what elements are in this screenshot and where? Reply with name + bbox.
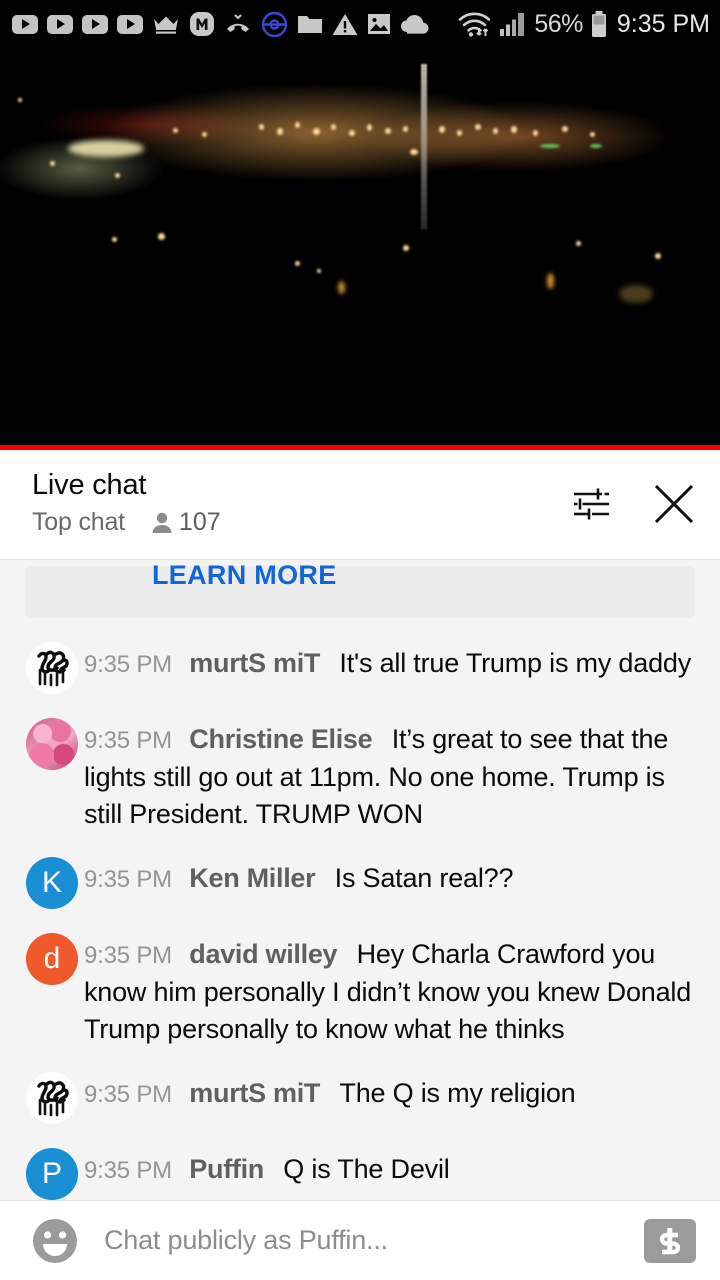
close-icon[interactable]: [650, 480, 698, 533]
message-body: It’s great to see that the lights still …: [84, 724, 669, 829]
message-timestamp: 9:35 PM: [84, 866, 172, 893]
avatar-initial: d: [43, 942, 61, 975]
live-chat-header: Live chat Top chat 107: [0, 450, 720, 560]
youtube-live-chat-screen: 56% 9:35 PM Live chat Top chat 107 LEARN…: [0, 0, 720, 1280]
message-body: Hey Charla Crawford you know him persona…: [84, 939, 692, 1044]
message-timestamp: 9:35 PM: [84, 1157, 172, 1184]
message-author[interactable]: david willey: [189, 939, 337, 969]
avatar[interactable]: K: [26, 857, 78, 909]
chat-message-text: 9:35 PM murtS miT It's all true Trump is…: [84, 642, 698, 694]
message-author[interactable]: murtS miT: [189, 648, 320, 678]
chat-message[interactable]: K 9:35 PM Ken Miller Is Satan real??: [0, 857, 720, 909]
avatar[interactable]: P: [26, 1148, 78, 1200]
chat-info-banner[interactable]: LEARN MORE: [25, 560, 695, 618]
status-bar-system-icons: 56% 9:35 PM: [458, 10, 710, 39]
person-icon: [152, 512, 172, 533]
cloud-icon: [400, 14, 430, 34]
chat-message[interactable]: 9:35 PM murtS miT It's all true Trump is…: [0, 642, 720, 694]
image-icon: [367, 12, 391, 36]
viewer-count-group: 107: [151, 508, 221, 537]
page-title: Live chat: [32, 469, 147, 501]
chat-message[interactable]: d 9:35 PM david willey Hey Charla Crawfo…: [0, 933, 720, 1048]
chat-message[interactable]: 9:35 PM murtS miT The Q is my religion: [0, 1072, 720, 1124]
avatar-initial: P: [41, 1157, 62, 1190]
folder-icon: [297, 13, 323, 35]
chat-message-text: 9:35 PM Puffin Q is The Devil: [84, 1148, 698, 1200]
youtube-play-icon-2: [47, 14, 73, 34]
dollar-sign-icon: [659, 1227, 681, 1254]
live-video-player[interactable]: [0, 48, 720, 450]
chat-message[interactable]: P 9:35 PM Puffin Q is The Devil: [0, 1148, 720, 1200]
status-bar-clock: 9:35 PM: [616, 9, 710, 38]
chat-message[interactable]: 9:35 PM Christine Elise It’s great to se…: [0, 718, 720, 833]
message-timestamp: 9:35 PM: [84, 727, 172, 754]
chat-message-text: 9:35 PM murtS miT The Q is my religion: [84, 1072, 698, 1124]
message-author[interactable]: Puffin: [189, 1154, 264, 1184]
chat-input-field[interactable]: Chat publicly as Puffin...: [104, 1225, 644, 1256]
message-timestamp: 9:35 PM: [84, 1081, 172, 1108]
battery-icon: [590, 10, 608, 38]
chat-message-text: 9:35 PM Ken Miller Is Satan real??: [84, 857, 698, 909]
wifi-transfer-icon: [458, 10, 492, 38]
message-body: It's all true Trump is my daddy: [339, 648, 691, 678]
live-chat-header-actions: [568, 466, 698, 533]
message-body: The Q is my religion: [339, 1078, 576, 1108]
live-chat-subheader: Top chat 107: [32, 508, 568, 537]
m-badge-icon: [189, 11, 215, 37]
chat-input-bar: Chat publicly as Puffin...: [0, 1200, 720, 1280]
chat-message-text: 9:35 PM Christine Elise It’s great to se…: [84, 718, 698, 833]
crown-icon: [152, 13, 180, 35]
youtube-play-icon-4: [117, 14, 143, 34]
monument-tower: [421, 64, 428, 229]
message-body: Is Satan real??: [334, 863, 514, 893]
warning-triangle-icon: [332, 13, 358, 36]
avatar[interactable]: [26, 1072, 78, 1124]
avatar[interactable]: [26, 718, 78, 770]
avatar-initial: K: [41, 866, 62, 899]
pokeball-icon: [261, 11, 288, 38]
message-timestamp: 9:35 PM: [84, 651, 172, 678]
battery-percent-label: 56%: [534, 9, 583, 38]
learn-more-link[interactable]: LEARN MORE: [152, 560, 337, 591]
message-body: Q is The Devil: [283, 1154, 450, 1184]
city-lights-layer: [0, 48, 720, 450]
live-chat-message-list[interactable]: LEARN MORE 9:35 PM murtS miT It's all tr…: [0, 560, 720, 1200]
emoji-smiley-icon[interactable]: [30, 1216, 80, 1266]
chat-mode-label[interactable]: Top chat: [32, 508, 125, 537]
message-timestamp: 9:35 PM: [84, 942, 172, 969]
message-author[interactable]: Ken Miller: [189, 863, 315, 893]
youtube-play-icon-3: [82, 14, 108, 34]
avatar[interactable]: d: [26, 933, 78, 985]
avatar[interactable]: [26, 642, 78, 694]
chat-message-text: 9:35 PM david willey Hey Charla Crawford…: [84, 933, 698, 1048]
missed-call-icon: [224, 12, 252, 36]
viewer-count-label: 107: [178, 508, 221, 536]
cellular-signal-icon: [499, 11, 527, 37]
graffiti-avatar-art: [26, 642, 78, 694]
status-bar: 56% 9:35 PM: [0, 0, 720, 48]
superchat-button[interactable]: [644, 1218, 696, 1263]
message-author[interactable]: murtS miT: [189, 1078, 320, 1108]
youtube-play-icon-1: [12, 14, 38, 34]
tune-sliders-icon[interactable]: [568, 482, 612, 531]
message-author[interactable]: Christine Elise: [189, 724, 372, 754]
live-chat-titles: Live chat Top chat 107: [32, 466, 568, 537]
graffiti-avatar-art: [26, 1072, 78, 1124]
status-bar-notification-icons: [12, 11, 458, 38]
